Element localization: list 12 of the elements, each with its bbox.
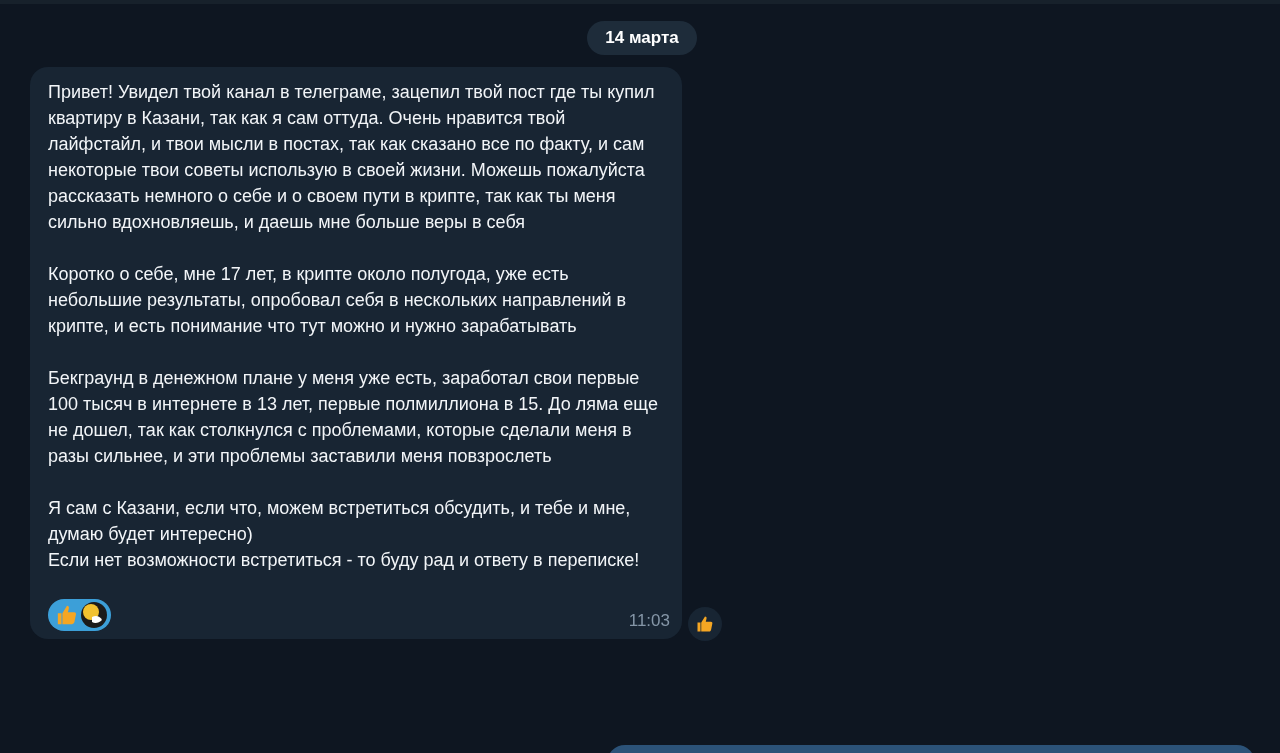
message-text: Коротко о себе, мне 17 лет, в крипте около полугода, уже есть небольшие результаты, опробовал себя в нескольких направлений в крипте, и есть понимание что тут можно и нужно зарабатывать xyxy=(48,263,628,338)
message-text: Бекграунд в денежном плане у меня уже есть, заработал свои первые 100 тысяч в интернете в 13 лет, первые полмиллиона в 15. До ляма еще не дошел, так как столкнулся с проблемами, которые сделали меня в разы сильнее, и эти проблемы заставили меня повзрослеть xyxy=(48,367,658,468)
thumbs-up-icon xyxy=(56,604,78,626)
message-text: Я сам с Казани, если что, можем встретиться обсудить, и тебе и мне, думаю будет интересно) xyxy=(48,497,632,546)
message-text: Привет! Увидел твой канал в телеграме, зацепил твой пост где ты купил квартиру в Казани, так как я сам оттуда. Очень нравится твой лайфстайл, и твои мысли в постах, так как сказано все по факту, и сам некоторые твои советы использую в своей жизни. Можешь пожалуйста рассказать немного о себе и о своем пути в крипте, так как ты меня сильно вдохновляешь, и даешь мне больше веры в себя xyxy=(48,81,656,234)
reaction-button[interactable] xyxy=(688,607,722,641)
date-badge: 14 марта xyxy=(587,21,697,55)
message-text: Если нет возможности встретиться - то буду рад и ответу в переписке! xyxy=(48,549,641,572)
sticker-icon xyxy=(80,601,108,629)
thumbs-up-icon xyxy=(696,615,714,633)
reaction-pill[interactable] xyxy=(48,599,111,631)
message-time: 11:03 xyxy=(628,611,670,631)
